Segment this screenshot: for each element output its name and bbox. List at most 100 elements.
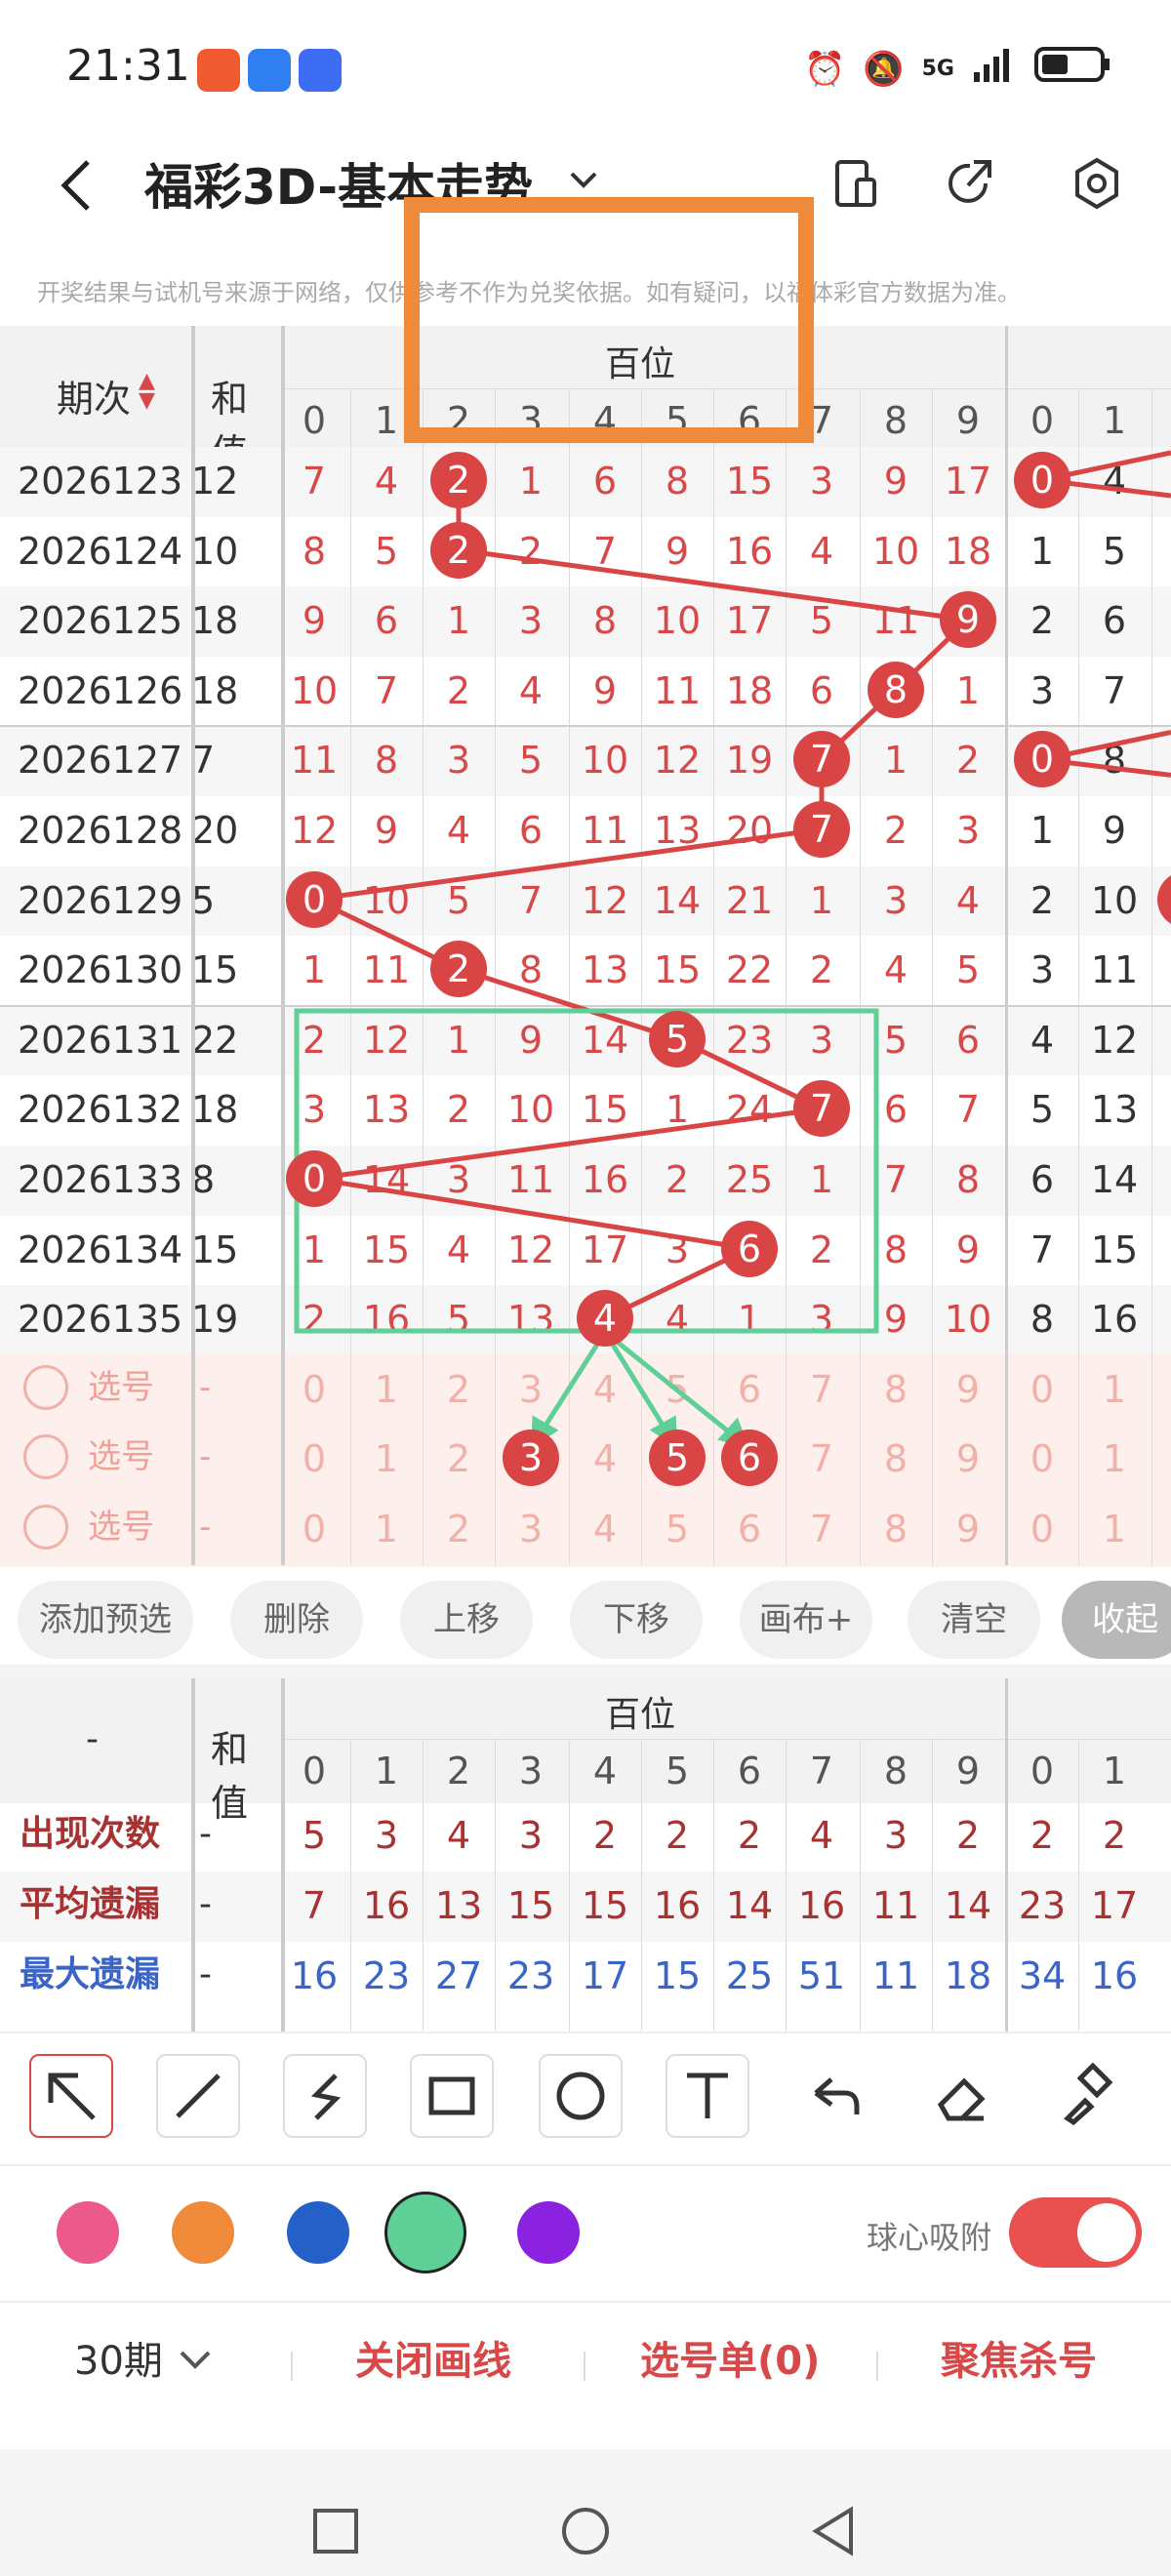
hit-ball: 4 [577, 1290, 633, 1348]
stat-value: 2 [1102, 1814, 1127, 1857]
system-nav-bar [0, 2449, 1171, 2576]
column-divider [786, 1739, 787, 2032]
toolbar-button[interactable]: 收起 [1062, 1581, 1171, 1659]
hit-ball: 0 [1014, 731, 1070, 788]
column-divider [569, 1739, 570, 2032]
digit-header: 5 [665, 1750, 690, 1792]
selected-pick-ball[interactable]: 3 [503, 1429, 559, 1487]
stat-value: 16 [797, 1884, 846, 1927]
line-icon [176, 2073, 221, 2118]
digit-header: 7 [809, 1750, 834, 1792]
selected-pick-ball[interactable]: 5 [649, 1429, 706, 1487]
color-swatch-green[interactable] [384, 2192, 466, 2274]
stat-value: 17 [581, 1954, 629, 1997]
color-swatch-blue[interactable] [287, 2201, 349, 2264]
stat-value: 16 [1090, 1954, 1139, 1997]
stat-value: 13 [434, 1884, 483, 1927]
focus-kill-button[interactable]: 聚焦杀号 [941, 2342, 1097, 2381]
draw-tool-text[interactable] [666, 2054, 749, 2138]
hit-ball: 7 [793, 801, 850, 858]
color-swatch-pink[interactable] [57, 2201, 119, 2264]
stat-value: 2 [737, 1814, 762, 1857]
hit-ball: 0 [286, 870, 343, 928]
digit-header: 1 [374, 1750, 399, 1792]
snap-label: 球心吸附 [867, 2219, 992, 2256]
trend-overlay [294, 197, 1171, 1451]
toolbar-button[interactable]: 上移 [400, 1581, 533, 1659]
stat-value: 15 [653, 1954, 702, 1997]
stat-value: 18 [944, 1954, 992, 1997]
toolbar-button[interactable]: 添加预选 [18, 1581, 193, 1659]
draw-tool-eraser[interactable] [919, 2054, 1003, 2138]
stat-dash: - [199, 1954, 212, 1994]
stat-value: 11 [871, 1884, 920, 1927]
digit-header: 1 [1102, 1750, 1127, 1792]
stat-label: 平均遗漏 [20, 1884, 161, 1924]
home-icon[interactable] [560, 2506, 611, 2556]
hit-ball: 6 [721, 1220, 778, 1277]
draw-tool-rect[interactable] [410, 2054, 494, 2138]
color-swatch-purple[interactable] [517, 2201, 580, 2264]
stat-value: 16 [290, 1954, 339, 1997]
stat-value: 2 [665, 1814, 690, 1857]
toolbar-button[interactable]: 删除 [230, 1581, 363, 1659]
draw-tool-undo[interactable] [792, 2054, 876, 2138]
hit-ball: 0 [286, 1150, 343, 1207]
digit-header: 3 [518, 1750, 544, 1792]
toolbar-button[interactable]: 清空 [908, 1581, 1040, 1659]
divider [584, 2352, 586, 2381]
stat-value: 16 [653, 1884, 702, 1927]
draw-tool-brush[interactable] [1046, 2054, 1130, 2138]
column-divider [495, 1739, 496, 2032]
divider [0, 2164, 1171, 2166]
back-nav-icon[interactable] [808, 2506, 857, 2556]
stat-value: 15 [506, 1884, 555, 1927]
hit-ball: 2 [430, 521, 487, 579]
column-divider [423, 1739, 424, 2032]
close-lines-button[interactable]: 关闭画线 [355, 2342, 511, 2381]
stat-dash: - [199, 1884, 212, 1924]
curve-icon [310, 2073, 342, 2120]
toolbar-button[interactable]: 画布+ [740, 1581, 872, 1659]
digit-header: 9 [955, 1750, 981, 1792]
column-divider [350, 1739, 351, 2032]
arrow-icon [48, 2073, 96, 2120]
picklist-button[interactable]: 选号单(0) [640, 2342, 820, 2381]
periods-select[interactable]: 30期 [74, 2342, 215, 2381]
screen: 21:31 ⏰ 🔕 5G 福彩3D-基本走势 开奖结果与试机号来源于网络，仅供参… [0, 0, 1171, 2576]
eraser-icon [937, 2077, 986, 2121]
stat-value: 3 [374, 1814, 399, 1857]
draw-tool-circle[interactable] [539, 2054, 623, 2138]
stat-value: 3 [518, 1814, 544, 1857]
divider [291, 2352, 293, 2381]
hit-ball: 7 [793, 1080, 850, 1138]
brush-icon [1064, 2062, 1113, 2126]
digit-header: 2 [446, 1750, 471, 1792]
stat-value: 16 [362, 1884, 411, 1927]
snap-toggle[interactable] [1009, 2197, 1142, 2268]
drawn-rectangle [404, 197, 814, 443]
digit-header: 0 [1030, 1750, 1055, 1792]
header-hline [281, 1739, 1171, 1740]
stat-value: 7 [302, 1884, 327, 1927]
rect-icon [428, 2076, 475, 2115]
draw-tool-arrow[interactable] [29, 2054, 113, 2138]
selected-pick-ball[interactable]: 6 [721, 1429, 778, 1487]
hit-ball: 2 [430, 941, 487, 998]
toolbar-button[interactable]: 下移 [570, 1581, 703, 1659]
stat-value: 17 [1090, 1884, 1139, 1927]
color-swatch-orange[interactable] [172, 2201, 234, 2264]
hit-ball: 9 [940, 591, 996, 649]
draw-tool-curve[interactable] [283, 2054, 367, 2138]
column-divider [641, 1739, 642, 2032]
circle-icon [556, 2072, 605, 2120]
stat-value: 14 [725, 1884, 774, 1927]
column-divider [1005, 1678, 1008, 2032]
divider [0, 2301, 1171, 2303]
recent-apps-icon[interactable] [312, 2508, 359, 2555]
draw-tool-line[interactable] [156, 2054, 240, 2138]
stat-value: 5 [302, 1814, 327, 1857]
divider [876, 2352, 878, 2381]
stat-value: 3 [883, 1814, 909, 1857]
group-header: 百位 [605, 1695, 676, 1735]
